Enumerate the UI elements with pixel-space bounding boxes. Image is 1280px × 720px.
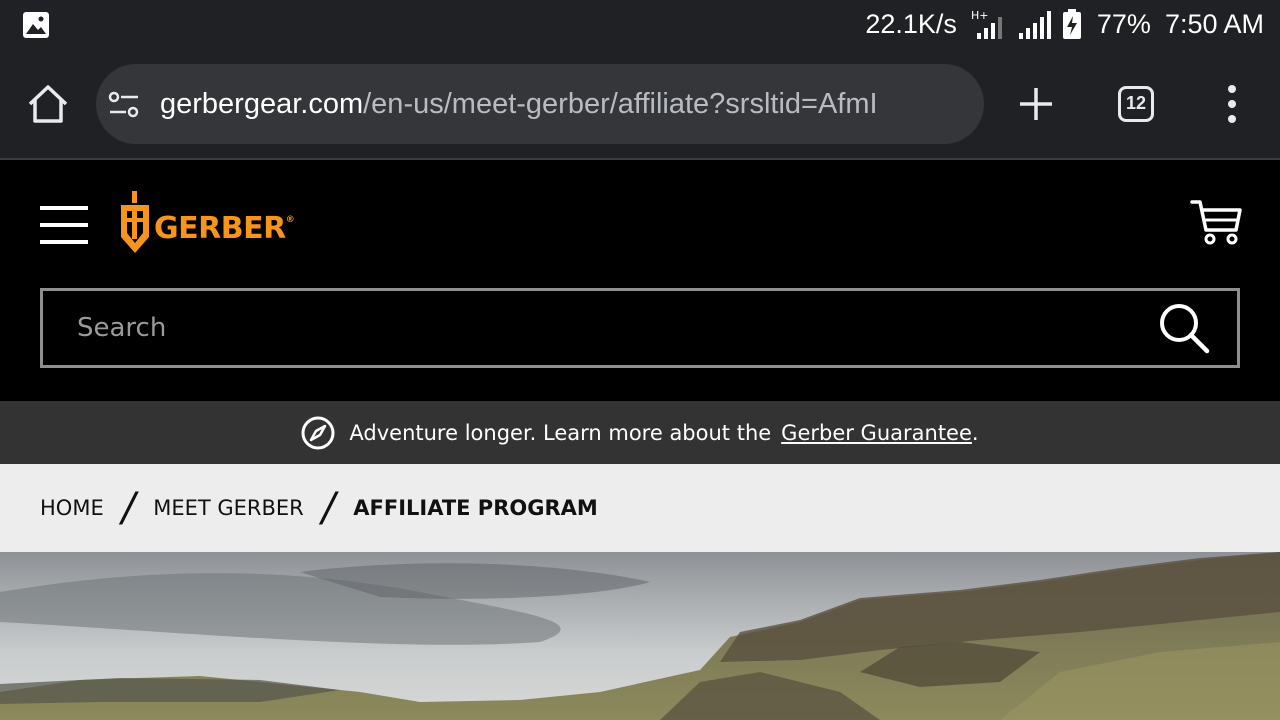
address-bar[interactable]: gerbergear.com/en-us/meet-gerber/affilia… (96, 64, 984, 144)
url-text[interactable]: gerbergear.com/en-us/meet-gerber/affilia… (160, 64, 972, 144)
guarantee-banner: Adventure longer. Learn more about the G… (0, 401, 1280, 464)
breadcrumb-separator: / (121, 485, 136, 531)
logo-wordmark: GERBER® (154, 210, 295, 246)
status-bar: 22.1K/s H+ 77% 7:50 AM (0, 0, 1280, 48)
image-notification-icon (23, 12, 49, 38)
clock: 7:50 AM (1164, 8, 1264, 39)
breadcrumb-current: AFFILIATE PROGRAM (353, 496, 598, 520)
gerber-guarantee-link[interactable]: Gerber Guarantee (781, 421, 972, 445)
signal-strength-icon (1018, 11, 1051, 39)
breadcrumb-home[interactable]: HOME (40, 496, 104, 520)
tab-switcher-button[interactable]: 12 (1118, 86, 1154, 122)
site-header: GERBER® (0, 162, 1280, 401)
hamburger-menu-icon[interactable] (40, 206, 88, 244)
search-input[interactable] (43, 291, 1143, 365)
new-tab-plus-icon[interactable] (1016, 84, 1056, 124)
breadcrumb-separator: / (321, 485, 336, 531)
browser-toolbar: gerbergear.com/en-us/meet-gerber/affilia… (0, 48, 1280, 160)
gerber-shield-icon (121, 191, 149, 253)
hero-landscape-image (0, 552, 1280, 720)
breadcrumb: HOME / MEET GERBER / AFFILIATE PROGRAM (0, 464, 1280, 552)
overflow-menu-icon[interactable] (1222, 84, 1242, 124)
banner-suffix: . (971, 420, 979, 445)
signal-h-plus-icon: H+ (971, 9, 1002, 39)
url-domain: gerbergear.com (160, 88, 364, 120)
battery-charging-icon (1062, 9, 1081, 39)
home-icon[interactable] (26, 82, 70, 126)
site-search (40, 288, 1240, 368)
site-settings-icon[interactable] (108, 90, 140, 120)
network-speed: 22.1K/s (865, 8, 957, 39)
gerber-logo[interactable]: GERBER® (118, 190, 295, 258)
search-icon[interactable] (1157, 301, 1211, 355)
network-type-label: H+ (971, 9, 989, 22)
breadcrumb-meet-gerber[interactable]: MEET GERBER (153, 496, 304, 520)
compass-icon (301, 416, 335, 449)
battery-percent: 77% (1096, 8, 1151, 39)
banner-text: Adventure longer. Learn more about the (349, 420, 772, 445)
shopping-cart-icon[interactable] (1190, 198, 1242, 246)
url-path: /en-us/meet-gerber/affiliate?srsltid=Afm… (363, 88, 878, 120)
